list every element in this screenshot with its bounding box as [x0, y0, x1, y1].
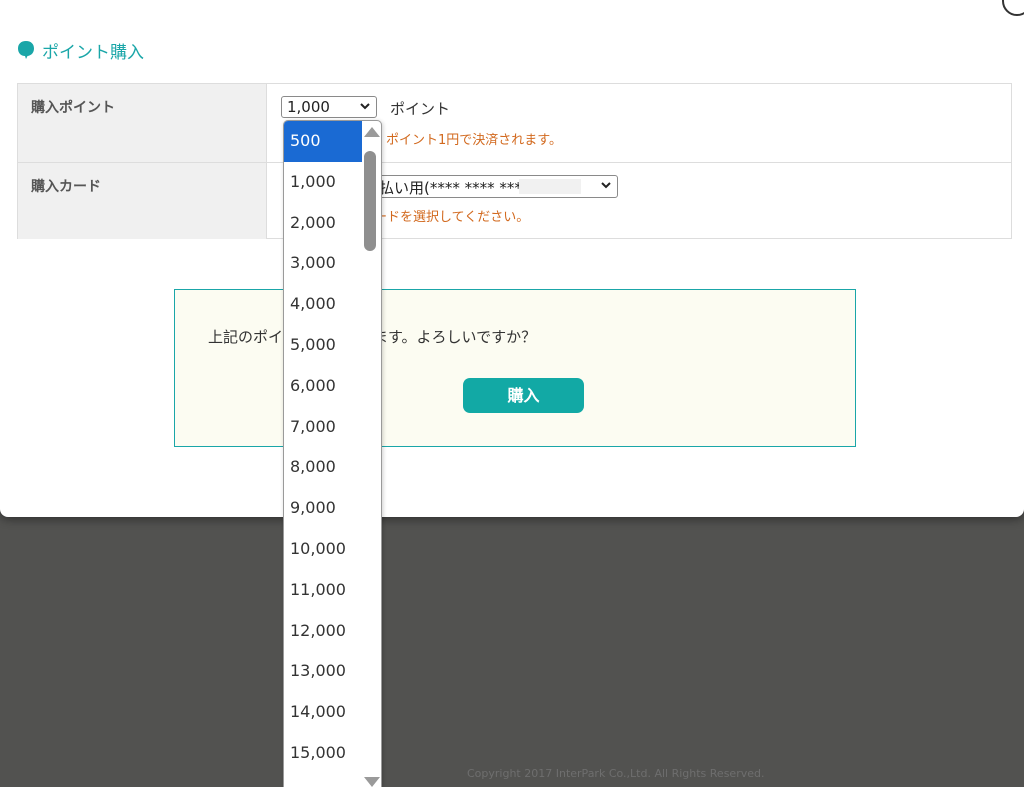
- dropdown-option[interactable]: 5,000: [284, 325, 362, 366]
- card-label: 購入カード: [18, 163, 267, 239]
- form-row-points: 購入ポイント 1,000 ポイント ポイント1円で決済されます。: [18, 84, 1011, 163]
- points-unit: ポイント: [390, 100, 451, 118]
- dropdown-option[interactable]: 11,000: [284, 570, 362, 611]
- dropdown-options: 500 1,000 2,000 3,000 4,000 5,000 6,000 7,000 8,…: [284, 121, 362, 774]
- confirm-text-right: します。よろしいですか？: [358, 328, 537, 346]
- dropdown-option[interactable]: 500: [284, 121, 362, 162]
- dropdown-option[interactable]: 3,000: [284, 243, 362, 284]
- speech-bubble-icon: [18, 41, 34, 59]
- points-dropdown-list[interactable]: 500 1,000 2,000 3,000 4,000 5,000 6,000 7,000 8,…: [283, 120, 382, 787]
- card-note: ードを選択してください。: [374, 210, 530, 225]
- dropdown-option[interactable]: 12,000: [284, 611, 362, 652]
- dropdown-option[interactable]: 1,000: [284, 162, 362, 203]
- dropdown-option[interactable]: 9,000: [284, 488, 362, 529]
- purchase-form-table: 購入ポイント 1,000 ポイント ポイント1円で決済されます。 購入カード 払…: [17, 83, 1012, 239]
- form-row-card: 購入カード 払い用(**** **** **** ードを選択してください。: [18, 163, 1011, 239]
- chevron-down-icon: [601, 182, 611, 189]
- purchase-dialog: ポイント購入 購入ポイント 1,000 ポイント ポイント1円で決済されます。 …: [0, 0, 1024, 517]
- close-icon[interactable]: [1002, 0, 1024, 16]
- confirm-text-left: 上記のポイ: [208, 328, 284, 346]
- dropdown-scrollbar[interactable]: [361, 121, 381, 787]
- dropdown-option[interactable]: 13,000: [284, 651, 362, 692]
- dropdown-option[interactable]: 7,000: [284, 407, 362, 448]
- card-select-value: 払い用(**** **** ****: [379, 179, 530, 197]
- dropdown-option[interactable]: 15,000: [284, 733, 362, 774]
- points-note: ポイント1円で決済されます。: [386, 133, 562, 148]
- purchase-button[interactable]: 購入: [463, 378, 584, 413]
- scroll-up-arrow-icon[interactable]: [364, 127, 380, 137]
- chevron-down-icon: [360, 103, 370, 110]
- dropdown-option[interactable]: 8,000: [284, 447, 362, 488]
- dropdown-option[interactable]: 10,000: [284, 529, 362, 570]
- points-select-value: 1,000: [287, 98, 330, 116]
- dropdown-option[interactable]: 4,000: [284, 284, 362, 325]
- dropdown-option[interactable]: 2,000: [284, 203, 362, 244]
- section-title-label: ポイント購入: [42, 42, 144, 63]
- redacted-card-number: [519, 179, 581, 194]
- points-select[interactable]: 1,000: [281, 96, 377, 118]
- footer-copyright: Copyright 2017 InterPark Co.,Ltd. All Ri…: [467, 767, 765, 780]
- confirm-box: 上記のポイ します。よろしいですか？ 購入: [174, 289, 856, 447]
- dropdown-option[interactable]: 14,000: [284, 692, 362, 733]
- dropdown-option[interactable]: 6,000: [284, 366, 362, 407]
- scroll-thumb[interactable]: [364, 151, 376, 251]
- scroll-down-arrow-icon[interactable]: [364, 777, 380, 787]
- points-label: 購入ポイント: [18, 84, 267, 162]
- section-title: ポイント購入: [17, 38, 144, 63]
